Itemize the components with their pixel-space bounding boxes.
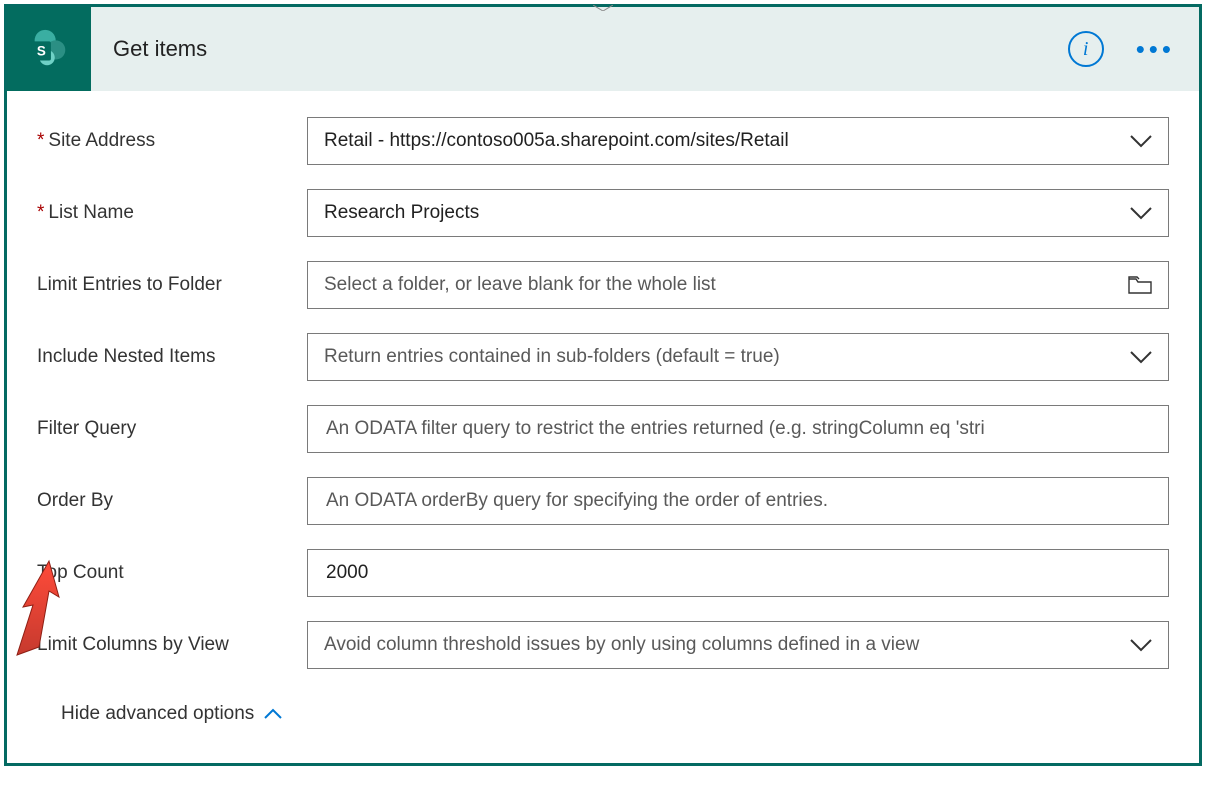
order-by-text-input[interactable] [324, 489, 1152, 513]
chevron-down-icon [1130, 134, 1152, 148]
card-body: * Site Address Retail - https://contoso0… [7, 91, 1199, 763]
svg-text:S: S [37, 44, 46, 59]
chevron-down-icon [1130, 206, 1152, 220]
field-row-list-name: * List Name Research Projects [37, 189, 1169, 237]
filter-query-text-input[interactable] [324, 417, 1152, 441]
field-row-limit-columns: Limit Columns by View Avoid column thres… [37, 621, 1169, 669]
action-card: S Get items i ••• * Site Address Retail … [4, 4, 1202, 766]
required-asterisk: * [37, 130, 44, 152]
chevron-up-icon [264, 708, 282, 720]
field-row-site-address: * Site Address Retail - https://contoso0… [37, 117, 1169, 165]
label-top-count: Top Count [37, 562, 307, 584]
connector-top-nub [593, 5, 613, 11]
label-limit-columns: Limit Columns by View [37, 634, 307, 656]
card-title: Get items [91, 36, 1068, 62]
label-filter-query: Filter Query [37, 418, 307, 440]
field-row-order-by: Order By [37, 477, 1169, 525]
sharepoint-icon: S [7, 7, 91, 91]
label-limit-folder: Limit Entries to Folder [37, 274, 307, 296]
limit-columns-dropdown[interactable]: Avoid column threshold issues by only us… [307, 621, 1169, 669]
info-icon[interactable]: i [1068, 31, 1104, 67]
filter-query-input[interactable] [307, 405, 1169, 453]
top-count-text-input[interactable] [324, 561, 1152, 585]
more-menu-icon[interactable]: ••• [1132, 34, 1179, 65]
top-count-input[interactable] [307, 549, 1169, 597]
folder-icon[interactable] [1128, 275, 1152, 295]
label-order-by: Order By [37, 490, 307, 512]
label-site-address: * Site Address [37, 130, 307, 152]
list-name-dropdown[interactable]: Research Projects [307, 189, 1169, 237]
label-list-name: * List Name [37, 202, 307, 224]
card-header: S Get items i ••• [7, 7, 1199, 91]
field-row-filter-query: Filter Query [37, 405, 1169, 453]
limit-folder-picker[interactable]: Select a folder, or leave blank for the … [307, 261, 1169, 309]
include-nested-dropdown[interactable]: Return entries contained in sub-folders … [307, 333, 1169, 381]
field-row-limit-folder: Limit Entries to Folder Select a folder,… [37, 261, 1169, 309]
site-address-dropdown[interactable]: Retail - https://contoso005a.sharepoint.… [307, 117, 1169, 165]
label-include-nested: Include Nested Items [37, 346, 307, 368]
required-asterisk: * [37, 202, 44, 224]
chevron-down-icon [1130, 638, 1152, 652]
field-row-top-count: Top Count [37, 549, 1169, 597]
chevron-down-icon [1130, 350, 1152, 364]
order-by-input[interactable] [307, 477, 1169, 525]
field-row-include-nested: Include Nested Items Return entries cont… [37, 333, 1169, 381]
hide-advanced-options-toggle[interactable]: Hide advanced options [37, 693, 1169, 743]
